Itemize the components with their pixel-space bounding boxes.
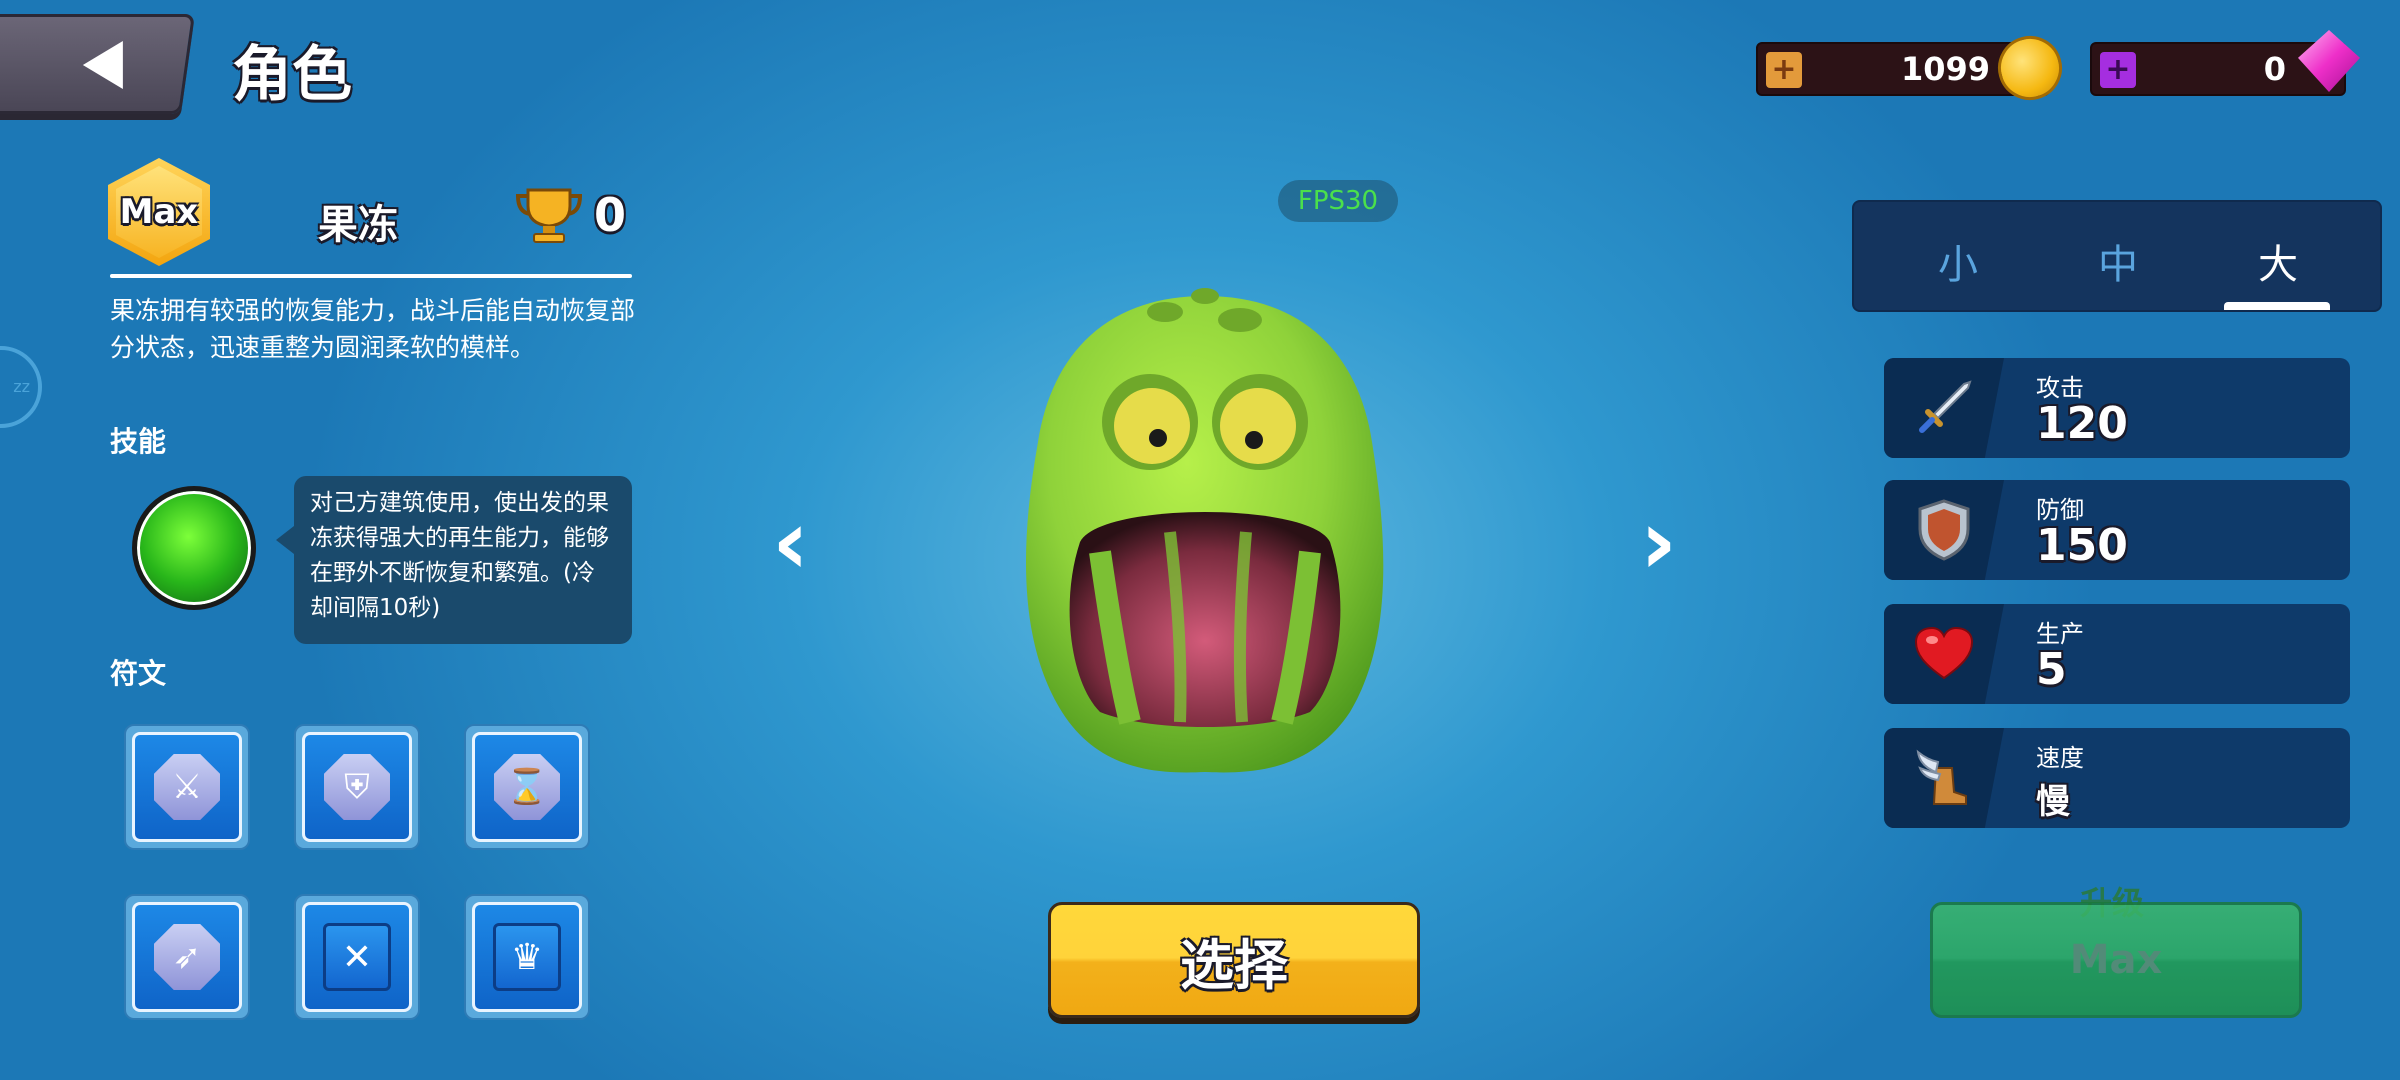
slime-character: [1025, 288, 1384, 773]
skill-description: 对己方建筑使用，使出发的果冻获得强大的再生能力，能够在野外不断恢复和繁殖。(冷却…: [276, 476, 632, 644]
level-badge: Max: [108, 158, 210, 266]
stat-value: 120: [2036, 398, 2128, 449]
hourglass-rune-icon: ⌛: [494, 754, 560, 820]
rune-slot-speed[interactable]: ➶: [124, 894, 250, 1020]
select-button[interactable]: 选择: [1048, 902, 1420, 1018]
stat-label: 速度: [2036, 744, 2084, 772]
rune-slot-hourglass[interactable]: ⌛: [464, 724, 590, 850]
sword-icon: [1919, 380, 1972, 433]
trophy-icon: [515, 188, 583, 243]
add-gem-button[interactable]: +: [2100, 52, 2136, 88]
sword-rune-icon: ⚔: [154, 754, 220, 820]
rune-slot-shield[interactable]: ⛨: [294, 724, 420, 850]
stat-speed: 速度 慢: [1884, 728, 2350, 828]
page-title: 角色: [232, 40, 352, 110]
slime-skill-icon[interactable]: [132, 486, 256, 610]
gem-amount: 0: [2263, 50, 2286, 88]
tab-large[interactable]: 大: [2218, 232, 2338, 290]
tab-medium[interactable]: 中: [2058, 232, 2178, 290]
rune-slot-crown[interactable]: ♛: [464, 894, 590, 1020]
level-badge-text: Max: [116, 166, 202, 258]
stat-value: 150: [2036, 520, 2128, 571]
back-button[interactable]: [0, 14, 196, 114]
stat-value: 5: [2036, 644, 2067, 695]
crown-rune-icon: ♛: [493, 923, 561, 991]
divider: [110, 274, 632, 278]
rune-slot-crossed-swords[interactable]: ✕: [294, 894, 420, 1020]
shield-icon: [1918, 499, 1970, 561]
fps-counter: FPS30: [1278, 180, 1398, 222]
add-gold-button[interactable]: +: [1766, 52, 1802, 88]
side-menu-ring-icon[interactable]: zz: [0, 346, 42, 428]
pink-gem-icon: [2298, 30, 2360, 92]
back-arrow-icon: [82, 41, 123, 89]
crossed-swords-rune-icon: ✕: [323, 923, 391, 991]
gem-currency: + 0: [2090, 30, 2360, 96]
speed-rune-icon: ➶: [154, 924, 220, 990]
gold-coin-icon: [1990, 28, 2070, 108]
stat-attack: 攻击 120: [1884, 358, 2350, 458]
next-character-arrow-icon[interactable]: ›: [1640, 490, 1677, 595]
previous-character-arrow-icon[interactable]: ‹: [772, 490, 809, 595]
stat-production: 生产 5: [1884, 604, 2350, 704]
shield-rune-icon: ⛨: [324, 754, 390, 820]
gold-currency: + 1099: [1756, 28, 2070, 108]
upgrade-button[interactable]: Max: [1930, 902, 2302, 1018]
character-name: 果冻: [318, 202, 398, 248]
character-description: 果冻拥有较强的恢复能力，战斗后能自动恢复部分状态，迅速重整为圆润柔软的模样。: [110, 296, 636, 362]
stat-defense: 防御 150: [1884, 480, 2350, 580]
gold-amount: 1099: [1900, 50, 1990, 88]
trophy-count: 0: [594, 188, 627, 242]
rune-slot-sword[interactable]: ⚔: [124, 724, 250, 850]
active-tab-indicator: [2224, 302, 2330, 310]
size-tabs: 小 中 大: [1852, 200, 2382, 312]
skill-section-label: 技能: [110, 425, 167, 458]
winged-boot-icon: [1916, 749, 1967, 805]
rune-section-label: 符文: [110, 657, 167, 690]
stat-value: 慢: [2036, 782, 2070, 822]
heart-icon: [1914, 626, 1974, 680]
tab-small[interactable]: 小: [1898, 232, 2018, 290]
